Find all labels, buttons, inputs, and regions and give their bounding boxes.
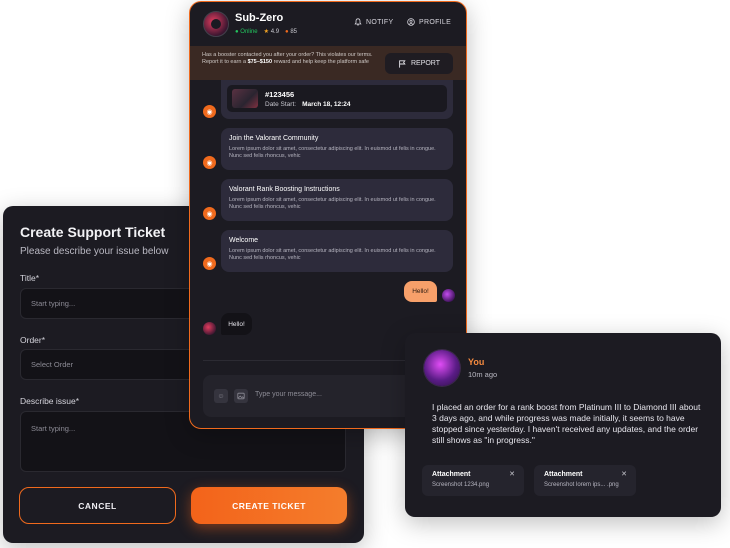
attachment-title: Attachment: [544, 471, 583, 478]
title-label: Title*: [20, 273, 40, 283]
system-message-body: Lorem ipsum dolor sit amet, consectetur …: [229, 248, 436, 261]
rating: ★ 4.9: [263, 29, 280, 35]
image-upload-button[interactable]: [234, 389, 248, 403]
system-message: Join the Valorant Community Lorem ipsum …: [221, 128, 453, 170]
profile-icon: [407, 18, 415, 26]
report-banner-text: Has a booster contacted you after your o…: [202, 52, 373, 65]
attachment-title: Attachment: [432, 471, 471, 478]
fire-icon: ●: [285, 28, 289, 35]
order-placeholder: Select Order: [31, 360, 74, 369]
star-icon: ★: [263, 29, 270, 35]
message-input[interactable]: Type your message...: [255, 391, 322, 398]
cancel-button[interactable]: CANCEL: [19, 487, 176, 524]
system-message-icon: ◉: [203, 257, 216, 270]
sender-name: You: [468, 357, 485, 367]
system-message-body: Lorem ipsum dolor sit amet, consectetur …: [229, 197, 436, 210]
system-message: Welcome Lorem ipsum dolor sit amet, cons…: [221, 230, 453, 272]
booster-avatar[interactable]: [203, 11, 229, 37]
my-message-bubble: Hello!: [404, 281, 437, 302]
remove-attachment-icon[interactable]: ✕: [621, 470, 627, 478]
attachment-filename: Screenshot lorem ips... .png: [544, 482, 619, 488]
issue-label: Describe issue*: [20, 396, 80, 406]
issue-placeholder: Start typing...: [31, 424, 76, 433]
attachment-filename: Screenshot 1234.png: [432, 482, 490, 488]
order-summary[interactable]: #123456 Date Start: March 18, 12:24: [227, 85, 447, 112]
report-banner: Has a booster contacted you after your o…: [190, 46, 466, 80]
bell-icon: [354, 18, 362, 26]
user-avatar: [424, 350, 460, 386]
chat-header: Sub-Zero ● Online ★ 4.9 ● 85 NOTIFY PROF…: [190, 2, 466, 46]
system-message: Valorant Rank Boosting Instructions Lore…: [221, 179, 453, 221]
system-message-icon: ◉: [203, 105, 216, 118]
system-message-icon: ◉: [203, 207, 216, 220]
notify-button[interactable]: NOTIFY: [354, 18, 393, 26]
booster-name: Sub-Zero: [235, 12, 284, 24]
order-card: #123456 Date Start: March 18, 12:24: [221, 80, 453, 119]
online-status: ● Online: [235, 28, 258, 35]
remove-attachment-icon[interactable]: ✕: [509, 470, 515, 478]
attachment-chip[interactable]: Attachment Screenshot lorem ips... .png …: [534, 465, 636, 496]
emoji-icon: ☺: [217, 392, 225, 400]
system-message-title: Valorant Rank Boosting Instructions: [229, 186, 340, 193]
order-date: Date Start: March 18, 12:24: [265, 101, 351, 108]
report-button[interactable]: REPORT: [385, 53, 453, 74]
order-thumbnail: [232, 89, 258, 108]
booster-message-bubble: Hello!: [221, 313, 252, 335]
message-text: I placed an order for a rank boost from …: [432, 402, 701, 445]
order-label: Order*: [20, 335, 46, 345]
order-count: ● 85: [285, 28, 298, 35]
message-time: 10m ago: [468, 370, 498, 379]
flag-icon: [399, 59, 406, 68]
booster-meta: ● Online ★ 4.9 ● 85: [235, 28, 298, 36]
booster-message-avatar: [203, 322, 216, 335]
create-ticket-button[interactable]: CREATE TICKET: [191, 487, 347, 524]
order-id: #123456: [265, 90, 295, 99]
image-icon: [237, 392, 245, 400]
system-message-icon: ◉: [203, 156, 216, 169]
reward-amount: $75–$150: [247, 59, 273, 65]
system-message-title: Welcome: [229, 237, 259, 244]
online-dot-icon: ●: [235, 28, 239, 35]
title-placeholder: Start typing...: [31, 299, 76, 308]
emoji-button[interactable]: ☺: [214, 389, 228, 403]
attachment-chip[interactable]: Attachment Screenshot 1234.png ✕: [422, 465, 524, 496]
my-avatar: [442, 289, 455, 302]
system-message-body: Lorem ipsum dolor sit amet, consectetur …: [229, 146, 436, 159]
system-message-title: Join the Valorant Community: [229, 135, 319, 142]
message-detail-panel: You 10m ago I placed an order for a rank…: [405, 333, 721, 517]
profile-button[interactable]: PROFILE: [407, 18, 451, 26]
